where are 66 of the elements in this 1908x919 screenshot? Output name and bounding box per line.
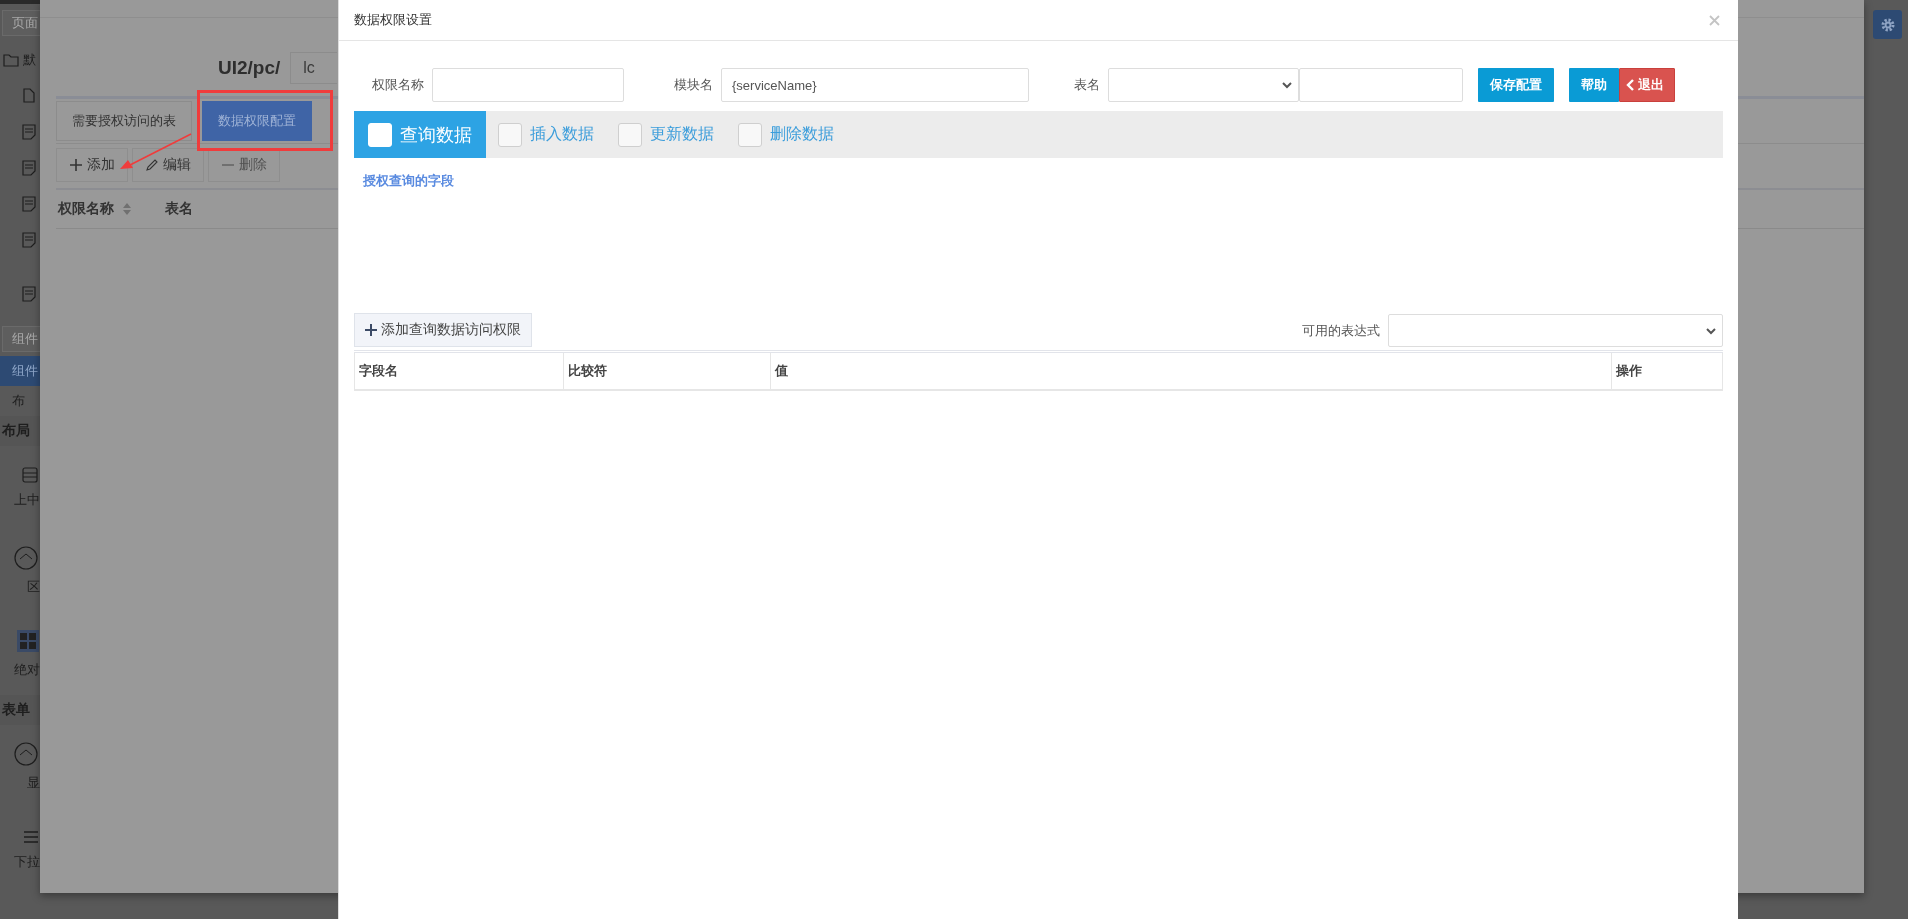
layout-rows-icon[interactable] xyxy=(22,466,38,483)
settings-button[interactable] xyxy=(1873,10,1902,39)
component-label: 绝对 xyxy=(14,660,40,679)
form-icon xyxy=(22,232,36,248)
column-header[interactable]: 权限名称 xyxy=(58,200,132,218)
toolbar-button[interactable]: 添加 xyxy=(56,148,128,182)
column-header: 比较符 xyxy=(563,353,771,389)
expression-label: 可用的表达式 xyxy=(1302,321,1380,340)
form-icon xyxy=(22,286,36,302)
column-header: 字段名 xyxy=(354,353,564,389)
checkbox[interactable] xyxy=(498,122,522,147)
form-icon xyxy=(22,160,36,176)
dropdown-caret-icon xyxy=(1282,81,1292,89)
column-header: 操作 xyxy=(1611,353,1723,389)
tree-item-label[interactable]: 默 xyxy=(23,51,36,69)
table-select[interactable] xyxy=(1108,68,1299,102)
path-field[interactable]: lc xyxy=(290,52,338,84)
document-icon xyxy=(22,88,36,104)
settings-icon xyxy=(1879,16,1896,33)
pencil-icon xyxy=(145,158,159,172)
palette-tab[interactable]: 组件 xyxy=(0,356,40,386)
action-button[interactable]: 帮助 xyxy=(1569,68,1619,102)
field-label: 权限名称 xyxy=(372,76,424,94)
field-label: 模块名 xyxy=(674,76,713,94)
sort-icon[interactable] xyxy=(122,203,132,215)
column-header[interactable]: 表名 xyxy=(165,200,193,218)
operation-tab[interactable]: 插入数据 xyxy=(486,111,606,158)
tab-label: 删除数据 xyxy=(770,124,834,144)
checkbox[interactable] xyxy=(618,122,642,147)
chevron-left-icon xyxy=(1626,79,1635,91)
tab-label: 查询数据 xyxy=(400,123,472,147)
action-button[interactable]: 退出 xyxy=(1619,68,1675,102)
close-icon xyxy=(1709,14,1720,26)
operation-tab[interactable]: 查询数据 xyxy=(354,111,486,158)
dropdown-caret-icon xyxy=(1706,326,1716,335)
plus-icon xyxy=(365,324,377,336)
dialog-title: 数据权限设置 xyxy=(354,11,432,29)
form-icon xyxy=(22,124,36,140)
toolbar-button[interactable]: 编辑 xyxy=(132,148,204,182)
field-label: 表名 xyxy=(1074,76,1100,94)
tab-label: 插入数据 xyxy=(530,124,594,144)
text-field[interactable] xyxy=(432,68,624,102)
tab[interactable]: 数据权限配置 xyxy=(202,101,312,141)
expression-select[interactable] xyxy=(1388,314,1723,347)
plus-icon xyxy=(69,158,83,172)
form-icon xyxy=(22,196,36,212)
close-button[interactable] xyxy=(1709,14,1720,26)
component-search-field[interactable]: 组件 xyxy=(2,326,40,352)
circle-icon[interactable] xyxy=(14,545,38,570)
page-search-field[interactable]: 页面 xyxy=(2,10,40,36)
text-field[interactable]: {serviceName} xyxy=(721,68,1029,102)
tab[interactable]: 需要授权访问的表 xyxy=(56,101,192,141)
tab-label: 更新数据 xyxy=(650,124,714,144)
add-button[interactable]: 添加查询数据访问权限 xyxy=(354,313,532,347)
folder-icon xyxy=(3,52,19,68)
operation-tab[interactable]: 更新数据 xyxy=(606,111,726,158)
operation-tab[interactable]: 删除数据 xyxy=(726,111,846,158)
action-button[interactable]: 保存配置 xyxy=(1478,68,1554,102)
circle-icon[interactable] xyxy=(14,741,38,766)
text-field[interactable] xyxy=(1299,68,1463,102)
column-header: 值 xyxy=(770,353,1612,389)
checkbox[interactable] xyxy=(738,122,762,147)
grid-icon[interactable] xyxy=(16,628,40,653)
section-label: 授权查询的字段 xyxy=(363,172,454,190)
path-label: UI2/pc/ xyxy=(218,57,281,79)
list-icon[interactable] xyxy=(22,828,38,845)
